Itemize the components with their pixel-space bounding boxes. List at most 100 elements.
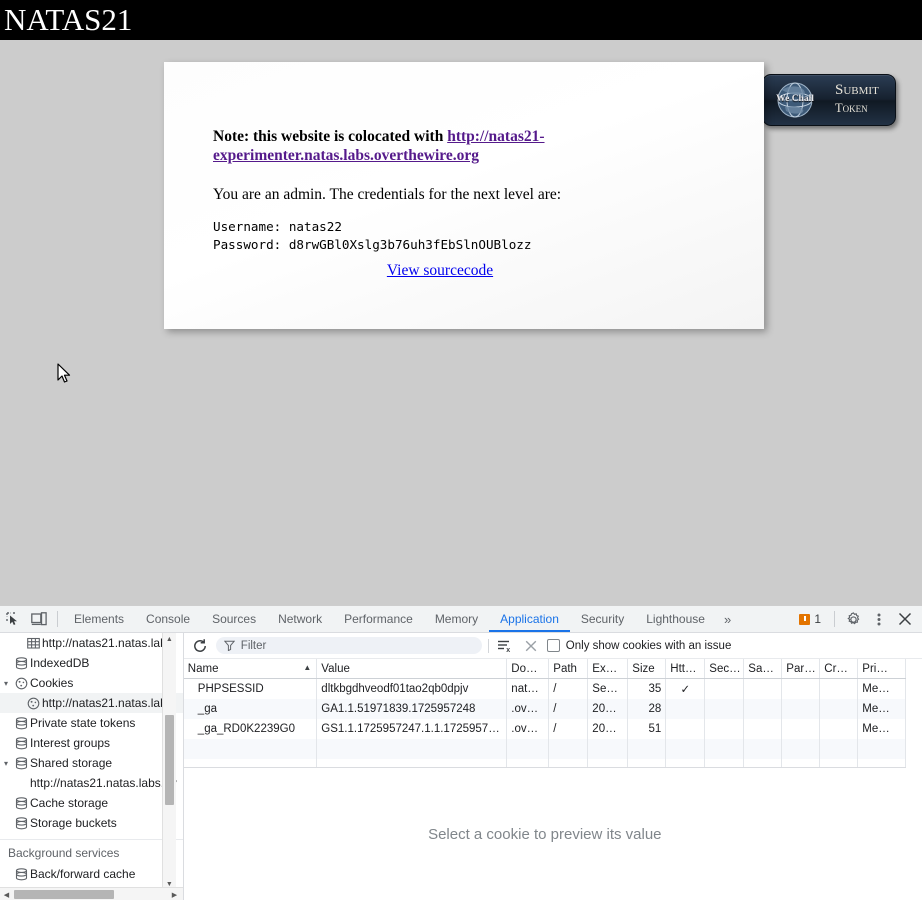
sidebar-item-shared-storage[interactable]: ▾ Shared storage (0, 753, 183, 773)
table-row[interactable]: PHPSESSID dltkbgdhveodf01tao2qb0dpjv nat… (183, 678, 906, 699)
column-header-priority[interactable]: Pri… (857, 659, 906, 679)
sourcecode-link-wrap: View sourcecode (164, 262, 764, 280)
clear-all-cookies-icon[interactable] (521, 636, 541, 656)
sidebar-item-back-forward-cache[interactable]: Back/forward cache (0, 864, 183, 884)
submit-token-button[interactable]: We Chall Submit Token (762, 74, 896, 126)
cell-httponly: ✓ (665, 678, 706, 699)
tab-console[interactable]: Console (135, 606, 201, 632)
admin-message: You are an admin. The credentials for th… (213, 186, 562, 203)
cell-path: / (548, 678, 589, 699)
sidebar-item-local-storage-origin[interactable]: http://natas21.natas.lab (0, 633, 183, 653)
column-header-path[interactable]: Path (548, 659, 589, 679)
cell-domain: nat… (506, 678, 550, 699)
column-header-crosssite[interactable]: Cr… (819, 659, 859, 679)
sidebar-item-shared-storage-origin[interactable]: http://natas21.natas.labs.ov (0, 773, 183, 793)
mouse-cursor-icon (57, 363, 71, 383)
warning-count: 1 (814, 612, 821, 626)
screenshot-root: NATAS21 We Chall Submit Token Note: this… (0, 0, 922, 900)
only-issues-checkbox[interactable]: Only show cookies with an issue (546, 639, 731, 652)
scroll-left-icon[interactable]: ◀ (0, 888, 13, 900)
table-header-row: Name ▲ Value Do… Path Ex… Size Htt… Sec… … (183, 659, 906, 679)
chevron-down-icon[interactable]: ▾ (0, 679, 12, 688)
toolbar-divider-right (834, 611, 835, 627)
clear-filtered-cookies-icon[interactable]: x (495, 636, 515, 656)
scroll-right-icon[interactable]: ▶ (168, 888, 181, 900)
more-tabs-icon[interactable]: » (716, 606, 739, 632)
cell-value: dltkbgdhveodf01tao2qb0dpjv (316, 678, 508, 699)
tab-application[interactable]: Application (489, 606, 570, 632)
checkbox-icon[interactable] (546, 639, 560, 652)
funnel-icon (223, 640, 235, 651)
sidebar-item-indexeddb[interactable]: IndexedDB (0, 653, 183, 673)
filter-input[interactable]: Filter (215, 637, 482, 654)
sidebar-item-label: IndexedDB (30, 656, 90, 670)
tab-performance[interactable]: Performance (333, 606, 424, 632)
grid-icon (24, 637, 42, 650)
tab-elements[interactable]: Elements (63, 606, 135, 632)
device-toolbar-icon[interactable] (26, 607, 52, 631)
colocation-note-text: Note: this website is colocated with (213, 128, 448, 145)
cookies-table: Name ▲ Value Do… Path Ex… Size Htt… Sec… … (183, 659, 906, 767)
cell-secure (704, 699, 745, 719)
column-header-partition[interactable]: Par… (781, 659, 821, 679)
column-header-httponly[interactable]: Htt… (665, 659, 706, 679)
cell-crosssite (819, 699, 859, 719)
sidebar-item-interest-groups[interactable]: Interest groups (0, 733, 183, 753)
column-header-secure[interactable]: Sec… (704, 659, 745, 679)
sidebar-item-cookies[interactable]: ▾ Cookies (0, 673, 183, 693)
cell-crosssite (819, 719, 859, 739)
inspect-element-icon[interactable] (0, 607, 26, 631)
cell-expires: 20… (587, 699, 629, 719)
devtools-tabs: Elements Console Sources Network Perform… (63, 606, 739, 632)
sidebar-item-label: http://natas21.natas.lab (42, 696, 167, 710)
table-row-empty (183, 739, 906, 759)
more-options-icon[interactable] (866, 607, 892, 631)
tab-network[interactable]: Network (267, 606, 333, 632)
sidebar-vertical-scrollbar[interactable]: ▲ ▼ (161, 633, 176, 891)
sidebar-horizontal-scrollbar[interactable]: ◀ ▶ (0, 887, 183, 900)
column-header-size[interactable]: Size (627, 659, 667, 679)
cell-domain: .ov… (506, 719, 550, 739)
cell-httponly (665, 719, 706, 739)
tab-security[interactable]: Security (570, 606, 635, 632)
column-header-value[interactable]: Value (316, 659, 508, 679)
sidebar-item-storage-buckets[interactable]: Storage buckets (0, 813, 183, 833)
sidebar-item-cache-storage[interactable]: Cache storage (0, 793, 183, 813)
database-icon (12, 716, 30, 730)
tab-memory[interactable]: Memory (424, 606, 489, 632)
cookie-icon (12, 677, 30, 690)
sidebar-item-private-state-tokens[interactable]: Private state tokens (0, 713, 183, 733)
scrollbar-thumb[interactable] (164, 715, 174, 805)
cell-name: _ga_RD0K2239G0 (183, 719, 318, 739)
scroll-up-icon[interactable]: ▲ (163, 633, 176, 646)
table-row[interactable]: _ga_RD0K2239G0 GS1.1.1725957247.1.1.1725… (183, 719, 906, 739)
sidebar-item-cookies-origin[interactable]: http://natas21.natas.lab (0, 693, 183, 713)
tab-sources[interactable]: Sources (201, 606, 267, 632)
filter-placeholder: Filter (240, 639, 267, 652)
cell-priority: Me… (857, 719, 906, 739)
column-header-domain[interactable]: Do… (506, 659, 550, 679)
cookies-table-wrap: Name ▲ Value Do… Path Ex… Size Htt… Sec… … (183, 659, 906, 768)
refresh-icon[interactable] (190, 636, 210, 656)
cell-secure (704, 719, 745, 739)
database-icon (12, 656, 30, 670)
view-sourcecode-link[interactable]: View sourcecode (387, 262, 493, 279)
table-row[interactable]: _ga GA1.1.51971839.1725957248 .ov… / 20…… (183, 699, 906, 719)
database-icon (12, 756, 30, 770)
column-header-samesite[interactable]: Sa… (743, 659, 783, 679)
content-card: Note: this website is colocated with htt… (164, 62, 764, 329)
cookies-toolbar: Filter x Only show cookies with an issue (183, 633, 922, 659)
tab-lighthouse[interactable]: Lighthouse (635, 606, 716, 632)
cell-name: PHPSESSID (183, 678, 318, 699)
chevron-down-icon[interactable]: ▾ (0, 759, 12, 768)
application-sidebar: http://natas21.natas.lab IndexedDB ▾ Coo… (0, 633, 184, 900)
column-header-name[interactable]: Name ▲ (183, 659, 318, 679)
scrollbar-thumb-horizontal[interactable] (14, 890, 114, 899)
devtools-body: http://natas21.natas.lab IndexedDB ▾ Coo… (0, 633, 922, 900)
devtools-toolbar: Elements Console Sources Network Perform… (0, 606, 922, 633)
close-icon[interactable] (892, 607, 918, 631)
gear-icon[interactable] (840, 607, 866, 631)
column-header-expires[interactable]: Ex… (587, 659, 629, 679)
cell-priority: Me… (857, 678, 906, 699)
warning-badge[interactable]: 1 (799, 612, 821, 626)
